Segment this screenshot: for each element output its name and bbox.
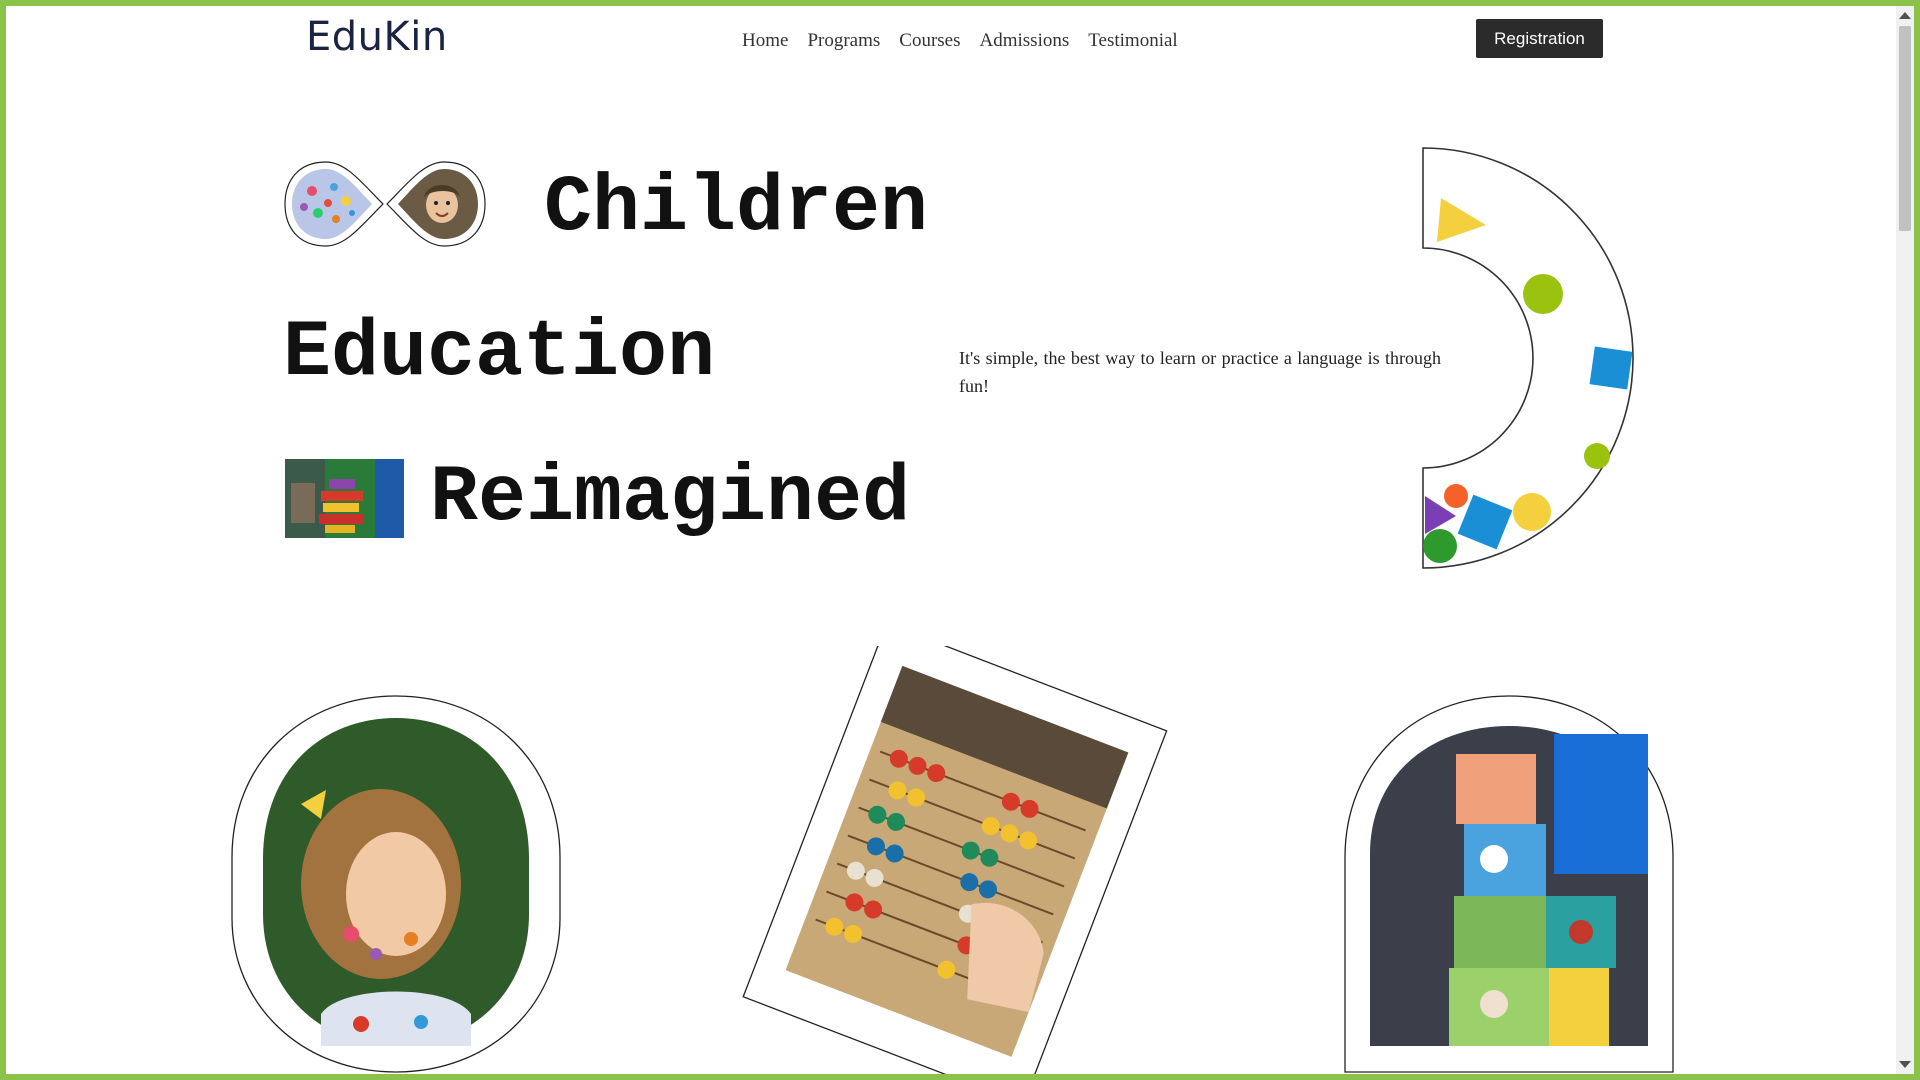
hero-heading-education: Education: [283, 308, 716, 399]
small-green-circle-shape: [1584, 443, 1610, 469]
blue-square-shape: [1589, 346, 1633, 390]
abacus-photo-frame: [742, 646, 1168, 1074]
orange-circle-shape: [1444, 484, 1468, 508]
nav-admissions[interactable]: Admissions: [980, 30, 1070, 52]
stacked-blocks-photo-frame: [1344, 695, 1674, 1073]
dark-green-circle-shape: [1423, 529, 1457, 563]
nav-programs[interactable]: Programs: [807, 30, 880, 52]
site-logo[interactable]: EduKin: [306, 14, 448, 60]
scrollbar-thumb[interactable]: [1899, 26, 1911, 231]
hero-heading-reimagined: Reimagined: [430, 453, 911, 544]
green-circle-shape: [1523, 274, 1563, 314]
scroll-up-arrow-icon[interactable]: [1899, 12, 1911, 19]
vertical-scrollbar[interactable]: [1896, 6, 1914, 1074]
nav-home[interactable]: Home: [742, 30, 788, 52]
page-viewport: EduKin Home Programs Courses Admissions …: [6, 6, 1914, 1074]
nav-testimonial[interactable]: Testimonial: [1088, 30, 1177, 52]
hero-heading-children: Children: [544, 163, 929, 254]
lego-blocks-image: [285, 459, 404, 538]
main-nav: Home Programs Courses Admissions Testimo…: [742, 30, 1178, 52]
child-portrait-bubble-image: [386, 161, 486, 247]
decorative-arc-shapes: [1422, 147, 1634, 569]
hero-description: It's simple, the best way to learn or pr…: [959, 348, 1441, 396]
painted-girl-photo-frame: [231, 695, 561, 1073]
scroll-down-arrow-icon[interactable]: [1899, 1061, 1911, 1068]
yellow-circle-shape: [1513, 493, 1551, 531]
alphabet-magnets-bubble-image: [284, 161, 384, 247]
registration-button[interactable]: Registration: [1476, 19, 1603, 58]
nav-courses[interactable]: Courses: [899, 30, 960, 52]
